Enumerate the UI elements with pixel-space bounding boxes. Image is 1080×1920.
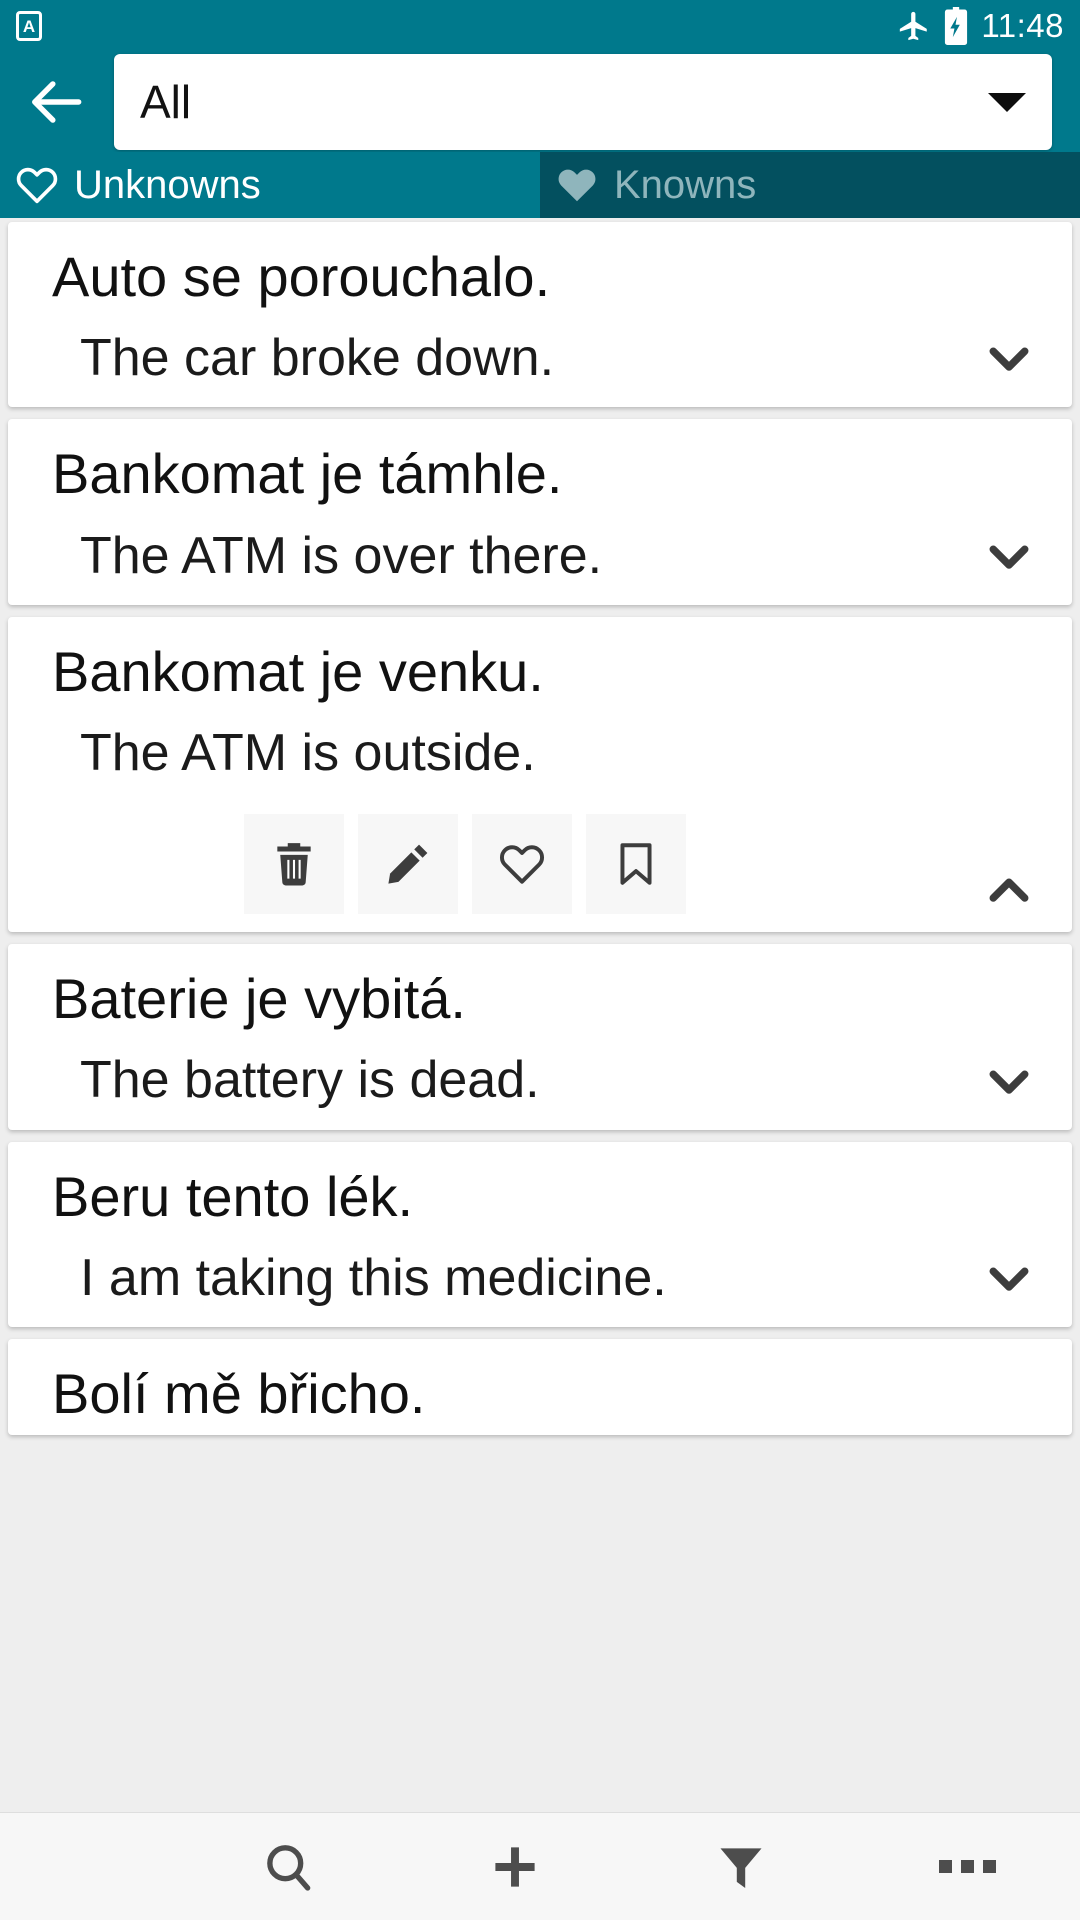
expand-toggle[interactable] — [980, 1052, 1038, 1110]
phrase-term: Baterie je vybitá. — [52, 967, 466, 1031]
list-item[interactable]: Baterie je vybitá. The battery is dead. — [8, 944, 1072, 1130]
back-arrow-icon — [32, 81, 82, 123]
favorite-button[interactable] — [472, 814, 572, 915]
phrase-translation: The battery is dead. — [80, 1051, 540, 1110]
app-badge-letter: A — [22, 16, 36, 36]
phrase-term: Bankomat je támhle. — [52, 442, 563, 506]
list-item[interactable]: Bolí mě břicho. — [8, 1339, 1072, 1436]
filter-button[interactable] — [628, 1813, 854, 1920]
list-item[interactable]: Bankomat je támhle. The ATM is over ther… — [8, 419, 1072, 605]
list-item[interactable]: Auto se porouchalo. The car broke down. — [8, 222, 1072, 408]
add-button[interactable] — [402, 1813, 628, 1920]
overflow-dots-icon — [938, 1860, 996, 1873]
bookmark-button[interactable] — [586, 814, 686, 915]
chevron-down-icon — [989, 1267, 1029, 1291]
status-bar-right: 11:48 — [897, 7, 1064, 45]
list-item-expanded[interactable]: Bankomat je venku. The ATM is outside. — [8, 616, 1072, 933]
status-bar-left: A — [16, 11, 42, 41]
edit-button[interactable] — [358, 814, 458, 915]
search-button[interactable] — [176, 1813, 402, 1920]
toolbar: All — [0, 52, 1080, 152]
more-options-button[interactable] — [854, 1813, 1080, 1920]
chevron-up-icon — [989, 878, 1029, 903]
category-spinner[interactable]: All — [114, 54, 1052, 150]
dropdown-caret-icon — [988, 92, 1026, 112]
category-spinner-value: All — [140, 76, 192, 128]
phrase-translation: The car broke down. — [80, 329, 555, 388]
funnel-icon — [720, 1847, 762, 1888]
status-bar: A 11:48 — [0, 0, 1080, 52]
chevron-down-icon — [989, 1070, 1029, 1094]
trash-icon — [277, 843, 311, 886]
delete-button[interactable] — [244, 814, 344, 915]
expand-toggle[interactable] — [980, 527, 1038, 585]
bottom-action-bar — [0, 1812, 1080, 1920]
tab-bar: Unknowns Knowns — [0, 152, 1080, 218]
bookmark-outline-icon — [620, 843, 652, 886]
app-notification-icon: A — [16, 11, 42, 41]
phrase-translation: I am taking this medicine. — [80, 1248, 667, 1307]
airplane-mode-icon — [900, 11, 928, 41]
phrase-translation: The ATM is outside. — [80, 723, 536, 782]
tab-knowns[interactable]: Knowns — [540, 152, 1080, 218]
phrase-term: Beru tento lék. — [52, 1164, 414, 1228]
tab-unknowns[interactable]: Unknowns — [0, 152, 540, 218]
expand-toggle[interactable] — [980, 329, 1038, 387]
list-item[interactable]: Beru tento lék. I am taking this medicin… — [8, 1141, 1072, 1328]
plus-icon — [495, 1846, 535, 1887]
search-icon — [267, 1844, 311, 1891]
heart-outline-icon — [16, 167, 58, 204]
phrase-term: Bolí mě břicho. — [52, 1362, 426, 1426]
chevron-down-icon — [989, 545, 1029, 569]
tab-unknowns-label: Unknowns — [74, 163, 261, 207]
heart-outline-icon — [499, 845, 545, 884]
phrase-term: Bankomat je venku. — [52, 639, 544, 703]
phrase-translation: The ATM is over there. — [80, 526, 603, 585]
heart-filled-icon — [558, 169, 596, 202]
status-bar-clock: 11:48 — [981, 7, 1064, 44]
expand-toggle[interactable] — [980, 1249, 1038, 1307]
app-screen: A 11:48 All Unknowns Knowns Auto se poro… — [0, 0, 1080, 1920]
collapse-toggle[interactable] — [980, 860, 1038, 918]
battery-charging-icon — [945, 7, 968, 45]
pencil-icon — [388, 844, 428, 884]
tab-knowns-label: Knowns — [614, 163, 757, 207]
chevron-down-icon — [989, 347, 1029, 372]
back-button[interactable] — [20, 64, 96, 140]
phrase-term: Auto se porouchalo. — [52, 245, 551, 308]
card-action-row — [8, 814, 1072, 915]
phrase-list[interactable]: Auto se porouchalo. The car broke down. … — [0, 218, 1080, 1812]
